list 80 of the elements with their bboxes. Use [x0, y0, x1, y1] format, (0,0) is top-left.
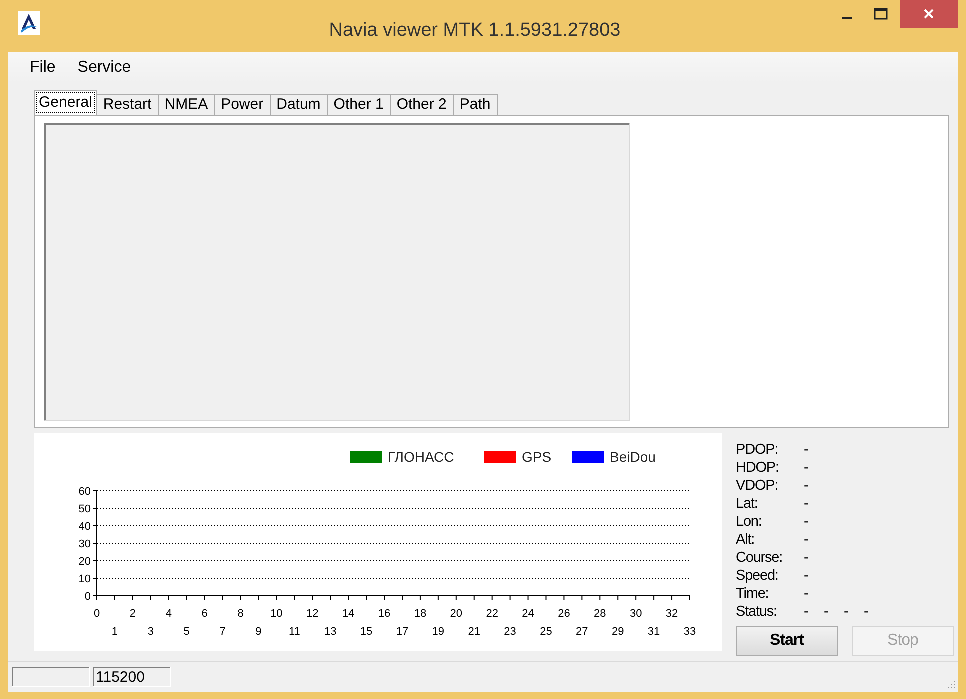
menu-item[interactable]: Service: [78, 59, 132, 77]
close-icon: [923, 8, 935, 20]
start-button[interactable]: Start: [736, 626, 838, 656]
x-tick-label: 4: [166, 608, 172, 620]
x-tick-label: 23: [504, 626, 516, 638]
info-value: -: [804, 513, 810, 531]
x-tick-label: 24: [522, 608, 534, 620]
x-tick-label: 10: [270, 608, 283, 620]
x-tick-label: 31: [648, 626, 660, 638]
info-label: Status:: [736, 603, 778, 621]
y-tick-label: 20: [78, 556, 91, 568]
legend-label: ГЛОНАСС: [388, 449, 454, 465]
info-label: Lat:: [736, 495, 759, 513]
info-value: -: [804, 549, 810, 567]
legend-label: GPS: [522, 449, 552, 465]
x-tick-label: 11: [288, 626, 300, 638]
x-tick-label: 13: [324, 626, 337, 638]
x-tick-label: 28: [594, 608, 606, 620]
app-logo-icon: [18, 11, 40, 35]
x-tick-label: 33: [684, 626, 696, 638]
x-tick-label: 3: [148, 626, 154, 638]
x-tick-label: 15: [360, 626, 373, 638]
x-tick-label: 12: [306, 608, 319, 620]
x-tick-label: 32: [666, 608, 678, 620]
close-button[interactable]: [900, 0, 958, 28]
x-tick-label: 1: [112, 626, 118, 638]
legend-label: BeiDou: [610, 449, 656, 465]
info-value: -: [804, 603, 810, 621]
info-label: Speed:: [736, 567, 780, 585]
info-label: PDOP:: [736, 441, 780, 459]
x-tick-label: 30: [630, 608, 642, 620]
x-tick-label: 19: [432, 626, 445, 638]
x-tick-label: 8: [238, 608, 244, 620]
x-tick-label: 6: [202, 608, 208, 620]
x-tick-label: 22: [486, 608, 498, 620]
info-label: Lon:: [736, 513, 763, 531]
x-tick-label: 14: [342, 608, 355, 620]
y-tick-label: 30: [78, 538, 91, 550]
info-value: -: [804, 567, 810, 585]
info-label: Time:: [736, 585, 770, 603]
y-tick-label: 40: [78, 521, 91, 533]
x-tick-label: 17: [396, 626, 409, 638]
x-tick-label: 25: [540, 626, 552, 638]
tab[interactable]: General: [34, 90, 98, 115]
info-value: -: [804, 459, 810, 477]
info-value: -: [804, 585, 810, 603]
menu-item[interactable]: File: [30, 59, 56, 77]
maximize-icon: [874, 8, 888, 20]
x-tick-label: 29: [612, 626, 624, 638]
info-value: -: [864, 603, 870, 621]
info-label: Alt:: [736, 531, 756, 549]
y-tick-label: 10: [78, 574, 91, 586]
x-tick-label: 18: [414, 608, 427, 620]
tab[interactable]: Path: [452, 94, 498, 115]
info-label: VDOP:: [736, 477, 780, 495]
x-tick-label: 20: [450, 608, 463, 620]
x-tick-label: 7: [220, 626, 226, 638]
resize-grip-icon: [946, 679, 956, 689]
y-tick-label: 0: [84, 591, 91, 603]
window-title: Navia viewer MTK 1.1.5931.27803: [328, 19, 622, 42]
info-value: -: [804, 441, 810, 459]
info-label: Course:: [736, 549, 784, 567]
info-value: -: [804, 477, 810, 495]
x-tick-label: 9: [256, 626, 262, 638]
x-tick-label: 21: [468, 626, 480, 638]
status-field: 115200: [93, 667, 171, 687]
x-tick-label: 0: [94, 608, 100, 620]
y-tick-label: 50: [78, 504, 91, 516]
info-value: -: [804, 495, 810, 513]
x-tick-label: 5: [184, 626, 190, 638]
info-value: -: [844, 603, 850, 621]
minimize-icon: [842, 17, 852, 19]
y-tick-label: 60: [78, 486, 91, 498]
x-tick-label: 16: [378, 608, 391, 620]
x-tick-label: 27: [576, 626, 588, 638]
info-value: -: [824, 603, 830, 621]
info-value: -: [804, 531, 810, 549]
x-tick-label: 2: [130, 608, 136, 620]
x-tick-label: 26: [558, 608, 570, 620]
info-label: HDOP:: [736, 459, 780, 477]
